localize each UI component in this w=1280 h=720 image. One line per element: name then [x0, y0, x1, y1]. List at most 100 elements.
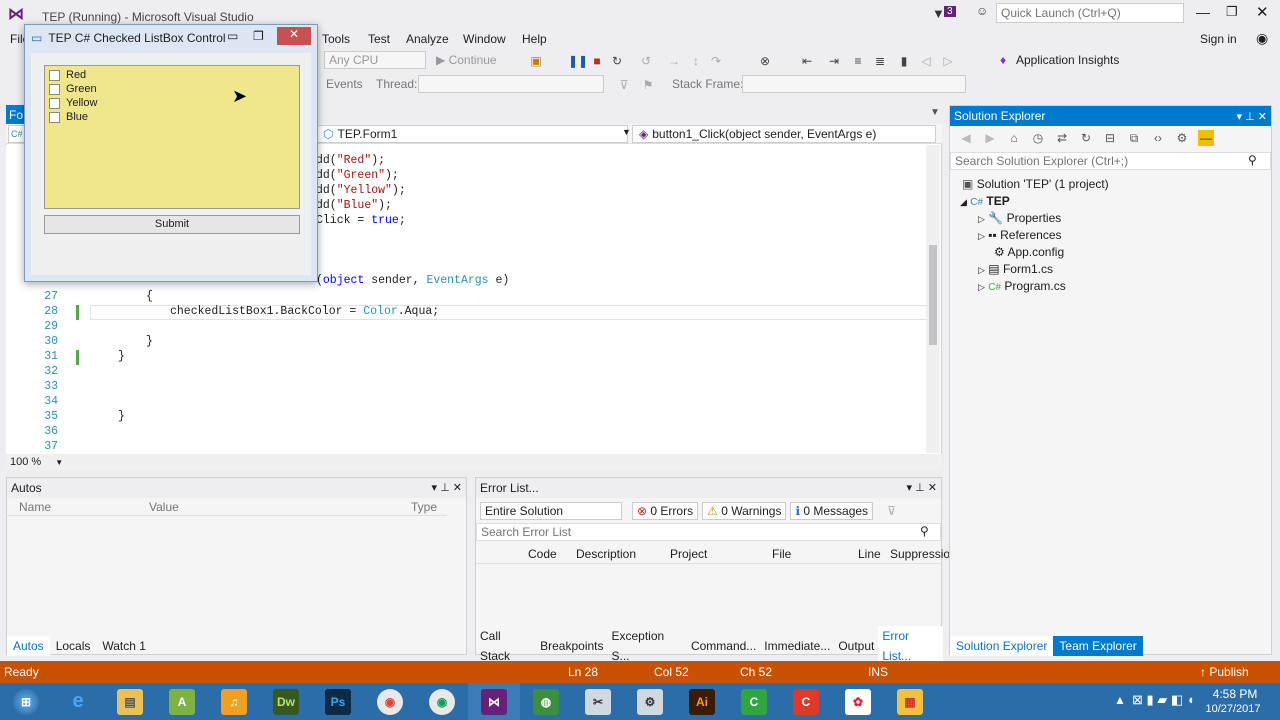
thread-dropdown[interactable]: [418, 75, 604, 93]
back-icon[interactable]: ◀: [958, 130, 974, 146]
quick-launch-input[interactable]: [996, 3, 1184, 23]
dropdown-icon[interactable]: ▾: [432, 482, 438, 494]
col-name[interactable]: Name: [19, 500, 51, 514]
uncomment-icon[interactable]: ≣: [872, 53, 888, 69]
audio-icon[interactable]: ♫: [208, 683, 260, 720]
checkbox-item-blue[interactable]: Blue: [45, 110, 299, 124]
step-over-icon[interactable]: ↕: [688, 53, 704, 69]
outdent-icon[interactable]: ⇥: [826, 53, 842, 69]
file-explorer-icon[interactable]: ▤: [104, 683, 156, 720]
form-minimize-button[interactable]: ▭: [227, 29, 238, 43]
tab-solution-explorer[interactable]: Solution Explorer: [950, 636, 1054, 656]
checked-list-box[interactable]: Red Green Yellow Blue: [44, 65, 300, 209]
collapse-icon[interactable]: ⊟: [1102, 130, 1118, 146]
tab-watch1[interactable]: Watch 1: [96, 636, 152, 656]
menu-window[interactable]: Window: [455, 28, 514, 50]
stack-frame-dropdown[interactable]: [742, 75, 966, 93]
tab-command[interactable]: Command...: [687, 636, 760, 656]
sign-in-link[interactable]: Sign in: [1192, 28, 1245, 50]
solution-search-input[interactable]: [950, 152, 1271, 170]
col-code[interactable]: Code: [528, 547, 557, 561]
minimize-button[interactable]: —: [1196, 4, 1210, 20]
collapse-icon[interactable]: ▷: [978, 214, 985, 224]
checkbox[interactable]: [49, 111, 60, 123]
globe-icon[interactable]: ◍: [520, 683, 572, 720]
platform-dropdown[interactable]: Any CPU: [324, 51, 426, 69]
checkbox[interactable]: [49, 69, 60, 81]
collapse-icon[interactable]: ▷: [978, 231, 985, 241]
tab-output[interactable]: Output: [834, 636, 878, 656]
warnings-filter-button[interactable]: ⚠ 0 Warnings: [702, 502, 787, 520]
android-studio-icon[interactable]: A: [156, 683, 208, 720]
preview-icon[interactable]: —: [1198, 130, 1214, 146]
breakpoint-icon[interactable]: ⊗: [757, 53, 773, 69]
checkbox-item-red[interactable]: Red: [45, 68, 299, 82]
continue-button[interactable]: ▶ Continue: [436, 53, 497, 67]
clock-date[interactable]: 10/27/2017: [1200, 703, 1266, 715]
step-into-icon[interactable]: →: [666, 53, 682, 69]
camtasia-icon[interactable]: C: [728, 683, 780, 720]
collapse-icon[interactable]: ▷: [978, 282, 985, 292]
tab-immediate[interactable]: Immediate...: [760, 636, 834, 656]
tree-item-program[interactable]: ▷ C# Program.cs: [978, 278, 1066, 295]
pin-icon[interactable]: ⊥: [915, 482, 925, 494]
tab-overflow-icon[interactable]: ▼: [930, 107, 940, 118]
tree-item-app-config[interactable]: ⚙ App.config: [994, 244, 1064, 261]
step-out-icon[interactable]: ↷: [708, 53, 724, 69]
stop-icon[interactable]: ■: [589, 53, 605, 69]
ie-icon[interactable]: e: [52, 683, 104, 720]
form-close-button[interactable]: ✕: [277, 27, 311, 45]
member-dropdown[interactable]: ◈ button1_Click(object sender, EventArgs…: [632, 125, 936, 143]
tab-team-explorer[interactable]: Team Explorer: [1053, 636, 1143, 656]
scrollbar-thumb[interactable]: [929, 245, 937, 345]
tool-icon[interactable]: ✂: [572, 683, 624, 720]
menu-tools[interactable]: Tools: [314, 28, 358, 50]
dropdown-icon[interactable]: ▾: [1237, 111, 1243, 123]
checked-listbox-form[interactable]: ▭ TEP C# Checked ListBox Control ▭ ❐ ✕ R…: [24, 24, 318, 282]
show-all-icon[interactable]: ⧉: [1126, 130, 1142, 146]
app-insights-button[interactable]: Application Insights: [1016, 53, 1119, 67]
tab-autos[interactable]: Autos: [7, 636, 50, 656]
scope-dropdown[interactable]: Entire Solution: [480, 502, 622, 520]
form-maximize-button[interactable]: ❐: [253, 29, 264, 43]
account-icon[interactable]: ◉: [1256, 30, 1268, 47]
chrome-icon[interactable]: ◉: [416, 683, 468, 720]
tree-item-properties[interactable]: ▷ 🔧 Properties: [978, 210, 1061, 227]
settings-icon[interactable]: ⚙: [624, 683, 676, 720]
prev-bookmark-icon[interactable]: ◁: [918, 53, 934, 69]
chrome-icon[interactable]: ◉: [364, 683, 416, 720]
col-description[interactable]: Description: [576, 547, 636, 561]
tab-locals[interactable]: Locals: [50, 636, 97, 656]
tab-call-stack[interactable]: Call Stack: [476, 626, 536, 666]
submit-button[interactable]: Submit: [44, 215, 300, 234]
visual-studio-icon[interactable]: ⋈: [468, 683, 520, 720]
feedback-icon[interactable]: ☺: [976, 4, 990, 18]
col-suppression[interactable]: Suppressio: [890, 547, 950, 561]
col-line[interactable]: Line: [858, 547, 881, 561]
picasa-icon[interactable]: ✿: [832, 683, 884, 720]
tray-icons[interactable]: ⊠ ▮ ▰ ◧ ◖: [1132, 692, 1195, 708]
indent-icon[interactable]: ⇤: [799, 53, 815, 69]
history-icon[interactable]: ◷: [1030, 130, 1046, 146]
forward-icon[interactable]: ▶: [982, 130, 998, 146]
checkbox[interactable]: [49, 97, 60, 109]
zoom-level[interactable]: 100 %: [10, 456, 41, 468]
vertical-scrollbar[interactable]: [926, 145, 940, 453]
debug-icon[interactable]: ▣: [528, 53, 544, 69]
bookmark-icon[interactable]: ▮: [896, 53, 912, 69]
editor-tab-form1[interactable]: Fo: [6, 105, 26, 125]
checkbox-item-yellow[interactable]: Yellow: [45, 96, 299, 110]
pin-icon[interactable]: ⊥: [1245, 111, 1255, 123]
dreamweaver-icon[interactable]: Dw: [260, 683, 312, 720]
restore-button[interactable]: ❐: [1226, 4, 1238, 20]
camtasia-recorder-icon[interactable]: C: [780, 683, 832, 720]
photoshop-icon[interactable]: Ps: [312, 683, 364, 720]
expand-icon[interactable]: ◢: [960, 197, 967, 207]
errors-filter-button[interactable]: ⊗ 0 Errors: [632, 502, 699, 520]
pin-icon[interactable]: ⊥: [440, 482, 450, 494]
refresh-icon[interactable]: ↻: [1078, 130, 1094, 146]
illustrator-icon[interactable]: Ai: [676, 683, 728, 720]
col-file[interactable]: File: [772, 547, 791, 561]
messages-filter-button[interactable]: ℹ 0 Messages: [790, 502, 874, 520]
home-icon[interactable]: ⌂: [1006, 130, 1022, 146]
